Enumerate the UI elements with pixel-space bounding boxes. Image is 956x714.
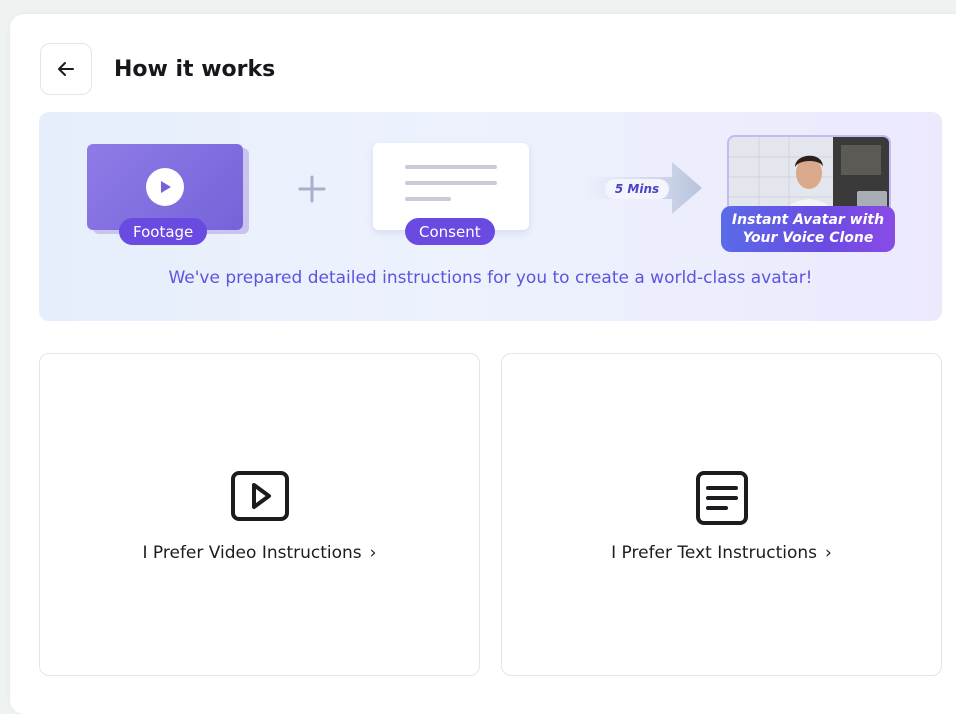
footage-badge: Footage [119, 218, 208, 245]
text-instructions-card[interactable]: I Prefer Text Instructions › [501, 353, 942, 676]
page-title: How it works [114, 56, 276, 82]
document-line [405, 197, 451, 201]
consent-badge: Consent [405, 218, 495, 245]
chevron-right-icon: › [369, 543, 377, 563]
how-it-works-banner: Footage Consent 5 Mins Instant Avatar wi… [39, 112, 942, 321]
video-instructions-text: I Prefer Video Instructions [142, 543, 362, 563]
video-instructions-card[interactable]: I Prefer Video Instructions › [39, 353, 480, 676]
chevron-right-icon: › [825, 543, 832, 563]
consent-document-illustration [373, 143, 529, 230]
arrow-left-icon [58, 62, 74, 76]
duration-badge: 5 Mins [605, 179, 669, 199]
text-instructions-label: I Prefer Text Instructions › [502, 543, 941, 563]
instant-avatar-badge: Instant Avatar with Your Voice Clone [721, 206, 895, 252]
play-icon [146, 168, 184, 206]
document-line [405, 181, 497, 185]
video-play-icon [230, 471, 289, 521]
banner-caption: We've prepared detailed instructions for… [168, 268, 813, 288]
back-button[interactable] [40, 43, 92, 95]
avatar-badge-line1: Instant Avatar with [731, 212, 885, 228]
video-instructions-label: I Prefer Video Instructions › [40, 543, 479, 563]
page-header: How it works [40, 42, 275, 96]
document-text-icon [695, 471, 748, 525]
plus-icon [298, 175, 326, 203]
document-line [405, 165, 497, 169]
avatar-badge-line2: Your Voice Clone [742, 230, 874, 246]
text-instructions-text: I Prefer Text Instructions [611, 543, 818, 563]
